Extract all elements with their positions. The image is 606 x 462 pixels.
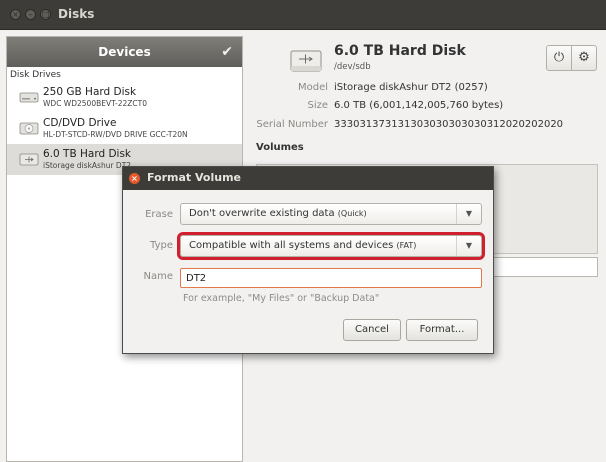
usb-drive-icon bbox=[19, 153, 39, 166]
serial-number-value: 333031373131303030303030312020202020 bbox=[334, 119, 564, 130]
erase-value: Don't overwrite existing data (Quick) bbox=[189, 208, 367, 219]
erase-value-text: Don't overwrite existing data bbox=[189, 208, 335, 219]
optical-drive-icon bbox=[19, 122, 39, 135]
drive-subtitle: iStorage diskAshur DT2 bbox=[43, 161, 132, 170]
dialog-titlebar: × Format Volume bbox=[123, 167, 493, 190]
window-minimize-button[interactable]: – bbox=[25, 9, 36, 20]
drive-name: 6.0 TB Hard Disk bbox=[43, 148, 132, 160]
name-label: Name bbox=[143, 271, 173, 282]
section-label-disk-drives: Disk Drives bbox=[10, 70, 61, 80]
model-label: Model bbox=[297, 82, 328, 93]
cancel-button[interactable]: Cancel bbox=[343, 319, 401, 341]
serial-number-label: Serial Number bbox=[256, 119, 328, 130]
erase-select[interactable]: Don't overwrite existing data (Quick) ▼ bbox=[180, 203, 482, 225]
type-value: Compatible with all systems and devices … bbox=[189, 240, 416, 251]
size-value: 6.0 TB (6,001,142,005,760 bytes) bbox=[334, 100, 504, 111]
drive-options-button[interactable]: ⚙ bbox=[571, 45, 597, 71]
type-value-text: Compatible with all systems and devices bbox=[189, 240, 394, 251]
type-value-note: (FAT) bbox=[396, 241, 417, 250]
window-maximize-button[interactable]: □ bbox=[40, 9, 51, 20]
window-title: Disks bbox=[58, 7, 95, 21]
format-button[interactable]: Format... bbox=[406, 319, 478, 341]
drive-subtitle: HL-DT-STCD-RW/DVD DRIVE GCC-T20N bbox=[43, 130, 188, 139]
dialog-title: Format Volume bbox=[147, 171, 242, 184]
size-label: Size bbox=[307, 100, 328, 111]
drive-name: 250 GB Hard Disk bbox=[43, 86, 137, 98]
sidebar-header: Devices ✔ bbox=[7, 37, 242, 67]
usb-drive-icon bbox=[290, 50, 322, 72]
hard-disk-icon bbox=[19, 92, 39, 103]
name-hint: For example, "My Files" or "Backup Data" bbox=[183, 293, 380, 304]
sidebar-item-cd-dvd-drive[interactable]: CD/DVD Drive HL-DT-STCD-RW/DVD DRIVE GCC… bbox=[7, 113, 242, 144]
sidebar-item-250gb-disk[interactable]: 250 GB Hard Disk WDC WD2500BEVT-22ZCT0 bbox=[7, 82, 242, 113]
name-input[interactable] bbox=[180, 268, 482, 288]
disk-title: 6.0 TB Hard Disk bbox=[334, 43, 466, 59]
sidebar-header-title: Devices bbox=[98, 45, 151, 59]
device-path: /dev/sdb bbox=[334, 62, 371, 72]
window-close-button[interactable]: × bbox=[10, 9, 21, 20]
model-value: iStorage diskAshur DT2 (0257) bbox=[334, 82, 488, 93]
chevron-down-icon: ▼ bbox=[456, 204, 481, 224]
type-label: Type bbox=[150, 240, 173, 251]
erase-value-note: (Quick) bbox=[337, 209, 367, 218]
power-icon: ⏻ bbox=[553, 50, 565, 65]
checkmark-icon[interactable]: ✔ bbox=[221, 37, 233, 67]
power-off-button[interactable]: ⏻ bbox=[546, 45, 572, 71]
gear-icon: ⚙ bbox=[578, 50, 590, 65]
erase-label: Erase bbox=[145, 209, 173, 220]
type-select[interactable]: Compatible with all systems and devices … bbox=[177, 232, 485, 260]
window-titlebar: × – □ Disks bbox=[0, 0, 606, 30]
close-icon[interactable]: × bbox=[129, 173, 140, 184]
chevron-down-icon: ▼ bbox=[456, 236, 481, 256]
volumes-heading: Volumes bbox=[256, 142, 304, 153]
format-volume-dialog: × Format Volume Erase Don't overwrite ex… bbox=[122, 166, 494, 354]
drive-name: CD/DVD Drive bbox=[43, 117, 117, 129]
drive-subtitle: WDC WD2500BEVT-22ZCT0 bbox=[43, 99, 147, 108]
